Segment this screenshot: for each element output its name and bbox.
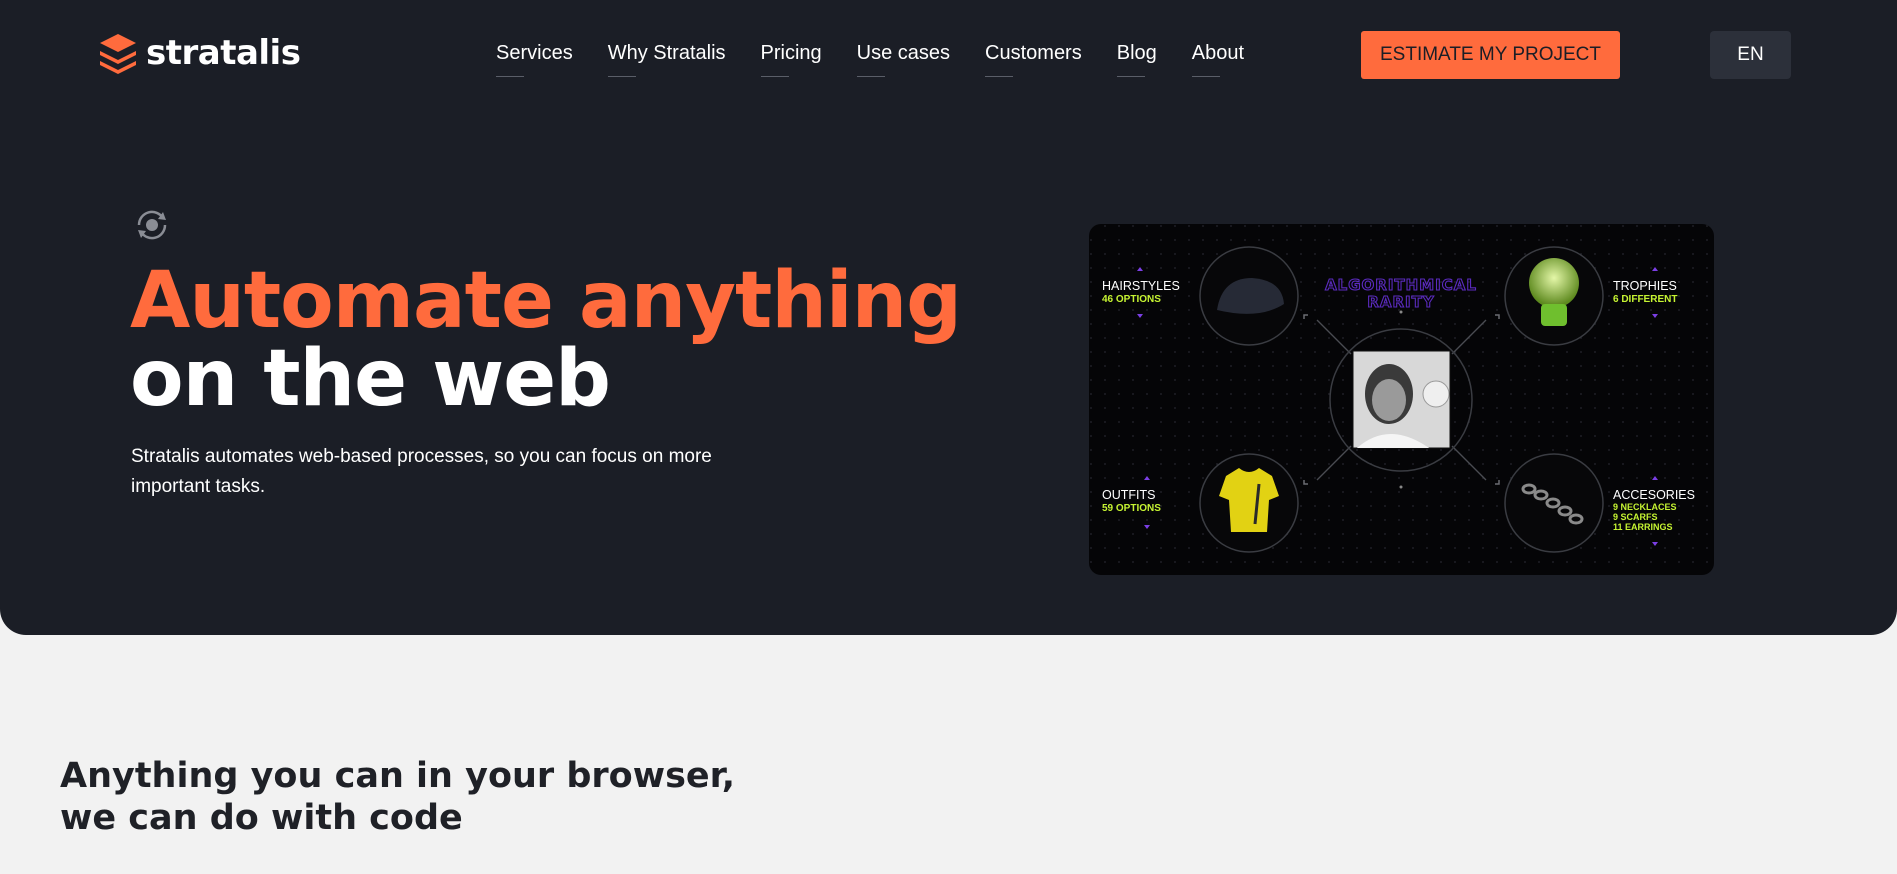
logo[interactable]: stratalis <box>98 32 301 74</box>
trophies-label: TROPHIES <box>1613 279 1677 293</box>
nav-why-stratalis[interactable]: Why Stratalis <box>607 42 726 77</box>
logo-wordmark: stratalis <box>146 33 301 73</box>
hairstyles-value: 46 OPTIONS <box>1102 294 1161 305</box>
hero-media: ALGORITHMICAL RARITY HAIRSTYLES 46 OPTIO… <box>1089 224 1714 575</box>
nav-customers[interactable]: Customers <box>985 42 1082 77</box>
language-selector[interactable]: EN <box>1710 31 1791 79</box>
nav-blog[interactable]: Blog <box>1116 42 1157 77</box>
nav-pricing[interactable]: Pricing <box>760 42 822 77</box>
outfits-value: 59 OPTIONS <box>1102 503 1161 514</box>
accessories-line1: 9 NECKLACES <box>1613 502 1677 512</box>
hero-title-line1: Automate anything <box>130 256 962 346</box>
accessories-label: ACCESORIES <box>1613 488 1695 502</box>
main-nav: Services Why Stratalis Pricing Use cases… <box>496 42 1244 77</box>
hero-title-line2: on the web <box>130 334 611 424</box>
refresh-icon <box>137 210 167 240</box>
hairstyles-label: HAIRSTYLES <box>1102 279 1180 293</box>
section-title: Anything you can in your browser, we can… <box>60 755 735 839</box>
section-title-line2: we can do with code <box>60 798 463 838</box>
accessories-line3: 11 EARRINGS <box>1613 522 1673 532</box>
section-title-line1: Anything you can in your browser, <box>60 756 736 796</box>
media-title-line2: RARITY <box>1367 293 1435 311</box>
hero-illustration: ALGORITHMICAL RARITY HAIRSTYLES 46 OPTIO… <box>1089 224 1714 575</box>
hero-description: Stratalis automates web-based processes,… <box>131 446 712 497</box>
nav-use-cases[interactable]: Use cases <box>856 42 950 77</box>
nav-about[interactable]: About <box>1191 42 1244 77</box>
hero-title: Automate anything on the web <box>130 256 962 424</box>
estimate-project-button[interactable]: ESTIMATE MY PROJECT <box>1361 31 1620 79</box>
accessory-ring <box>1504 453 1604 553</box>
nav-services[interactable]: Services <box>496 42 573 77</box>
logo-layers-icon <box>100 34 136 74</box>
trophy-icon <box>1529 258 1579 308</box>
media-title-line1: ALGORITHMICAL <box>1325 276 1477 294</box>
trophies-value: 6 DIFFERENT <box>1613 294 1677 305</box>
hero-section: stratalis Services Why Stratalis Pricing… <box>0 0 1897 635</box>
accessories-line2: 9 SCARFS <box>1613 512 1658 522</box>
outfits-label: OUTFITS <box>1102 488 1155 502</box>
